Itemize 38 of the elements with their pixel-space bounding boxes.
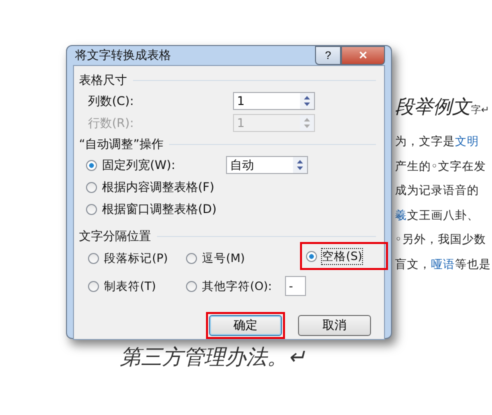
field-label: 行数(R): xyxy=(87,114,135,132)
radio-button[interactable] xyxy=(86,160,97,170)
option-label[interactable]: 固定列宽(W): xyxy=(102,156,176,174)
group-title: 表格尺寸 xyxy=(79,72,127,88)
document-text: 盲文，哑语等也是 xyxy=(395,256,492,272)
document-text: 字↵ xyxy=(471,104,490,117)
radio-button[interactable] xyxy=(86,204,97,214)
option-label[interactable]: 段落标记(P) xyxy=(104,250,168,266)
document-text: 羲文王画八卦、 xyxy=(395,208,480,224)
number-field[interactable]: 1 xyxy=(233,92,315,110)
radio-button[interactable] xyxy=(306,250,317,262)
option-label[interactable]: 根据窗口调整表格(D) xyxy=(102,200,217,218)
radio-button[interactable] xyxy=(88,280,99,292)
option-label[interactable]: 根据内容调整表格(F) xyxy=(102,178,214,196)
option-label[interactable]: 制表符(T) xyxy=(104,278,156,294)
window-title: 将文字转换成表格 xyxy=(74,47,171,64)
option-label[interactable]: 逗号(M) xyxy=(202,250,245,266)
group-title: “自动调整”操作 xyxy=(79,136,164,152)
radio-button[interactable] xyxy=(86,182,97,192)
help-button[interactable]: ? xyxy=(315,46,341,65)
document-text: ◦另外，我国少数 xyxy=(395,232,487,248)
radio-button[interactable] xyxy=(186,280,197,292)
spinner-icon[interactable] xyxy=(293,157,307,173)
document-text: 第三方管理办法。↵ xyxy=(120,344,306,371)
document-text: 为，文字是文明 xyxy=(395,134,480,150)
dialog-button[interactable]: 确定 xyxy=(209,315,282,336)
width-field[interactable]: 自动 xyxy=(226,156,308,174)
spinner-icon[interactable] xyxy=(300,93,314,109)
option-label[interactable]: 其他字符(O): xyxy=(202,278,272,294)
character-field[interactable]: - xyxy=(284,276,306,296)
field-label: 列数(C): xyxy=(87,92,135,110)
document-text: 成为记录语音的 xyxy=(395,183,480,199)
document-heading: 段举例文 xyxy=(395,96,471,120)
group-title: 文字分隔位置 xyxy=(79,228,151,244)
radio-button[interactable] xyxy=(186,252,197,264)
document-text: 产生的◦文字在发 xyxy=(395,158,487,174)
radio-button[interactable] xyxy=(88,252,99,264)
dialog-button[interactable]: 取消 xyxy=(298,315,371,336)
